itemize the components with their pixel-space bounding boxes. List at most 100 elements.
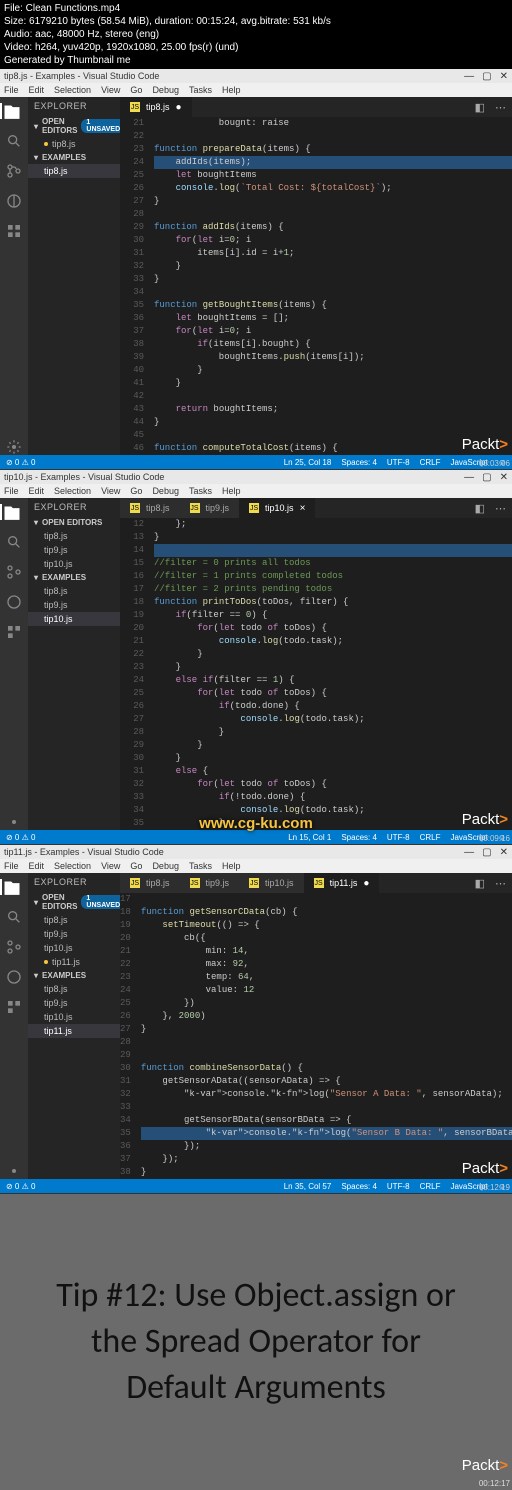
- explorer-icon[interactable]: [0, 103, 22, 119]
- status-ln-col[interactable]: Ln 25, Col 18: [284, 458, 332, 467]
- status-errors[interactable]: ⊘ 0 ⚠ 0: [6, 458, 35, 467]
- status-eol[interactable]: CRLF: [420, 833, 441, 842]
- status-spaces[interactable]: Spaces: 4: [341, 458, 377, 467]
- source-control-icon[interactable]: [6, 163, 22, 179]
- menu-debug[interactable]: Debug: [152, 861, 179, 871]
- close-button[interactable]: ✕: [500, 71, 508, 82]
- sidebar-item[interactable]: tip8.js: [28, 529, 120, 543]
- examples-section[interactable]: ▾ EXAMPLES: [28, 969, 120, 982]
- code-editor[interactable]: 2122232425262728293031323334353637383940…: [120, 117, 512, 455]
- sidebar-item[interactable]: tip8.js: [28, 584, 120, 598]
- sidebar-item[interactable]: tip11.js: [28, 955, 120, 969]
- explorer-icon[interactable]: [0, 504, 22, 520]
- status-spaces[interactable]: Spaces: 4: [341, 1182, 377, 1191]
- menu-view[interactable]: View: [101, 861, 120, 871]
- status-ln-col[interactable]: Ln 15, Col 1: [288, 833, 331, 842]
- split-editor-icon[interactable]: ◧: [475, 502, 485, 515]
- tab-tip10[interactable]: JStip10.js×: [239, 498, 315, 518]
- sidebar-item[interactable]: tip9.js: [28, 996, 120, 1010]
- minimize-button[interactable]: —: [464, 71, 474, 82]
- source-control-icon[interactable]: [6, 939, 22, 955]
- sidebar-item[interactable]: tip10.js: [28, 941, 120, 955]
- extensions-icon[interactable]: [6, 624, 22, 640]
- menu-tasks[interactable]: Tasks: [189, 486, 212, 496]
- more-icon[interactable]: ⋯: [495, 877, 506, 890]
- status-encoding[interactable]: UTF-8: [387, 833, 410, 842]
- menu-edit[interactable]: Edit: [29, 85, 45, 95]
- tab-tip11[interactable]: JStip11.js●: [304, 873, 380, 893]
- tab-tip8[interactable]: JStip8.js: [120, 498, 180, 518]
- extensions-icon[interactable]: [6, 999, 22, 1015]
- debug-icon[interactable]: [6, 193, 22, 209]
- examples-section[interactable]: ▾ EXAMPLES: [28, 151, 120, 164]
- examples-section[interactable]: ▾ EXAMPLES: [28, 571, 120, 584]
- sidebar-item[interactable]: tip10.js: [28, 612, 120, 626]
- split-editor-icon[interactable]: ◧: [475, 877, 485, 890]
- close-button[interactable]: ✕: [500, 847, 508, 858]
- source-control-icon[interactable]: [6, 564, 22, 580]
- search-icon[interactable]: [6, 534, 22, 550]
- sidebar-item-tip8[interactable]: tip8.js: [28, 137, 120, 151]
- menu-file[interactable]: File: [4, 486, 19, 496]
- more-icon[interactable]: ⋯: [495, 101, 506, 114]
- sidebar-item[interactable]: tip10.js: [28, 1010, 120, 1024]
- menu-view[interactable]: View: [101, 486, 120, 496]
- menu-tasks[interactable]: Tasks: [189, 861, 212, 871]
- menu-edit[interactable]: Edit: [29, 486, 45, 496]
- tab-tip10[interactable]: JStip10.js: [239, 873, 304, 893]
- menu-go[interactable]: Go: [130, 85, 142, 95]
- minimize-button[interactable]: —: [464, 847, 474, 858]
- code-editor[interactable]: 1718192021222324252627282930313233343536…: [120, 893, 512, 1179]
- sidebar-item[interactable]: tip8.js: [28, 982, 120, 996]
- sidebar-item[interactable]: tip9.js: [28, 543, 120, 557]
- menu-file[interactable]: File: [4, 861, 19, 871]
- menu-debug[interactable]: Debug: [152, 85, 179, 95]
- status-eol[interactable]: CRLF: [420, 1182, 441, 1191]
- explorer-icon[interactable]: [0, 879, 22, 895]
- menu-tasks[interactable]: Tasks: [189, 85, 212, 95]
- tab-unsaved-icon[interactable]: ●: [176, 102, 182, 113]
- menu-go[interactable]: Go: [130, 486, 142, 496]
- maximize-button[interactable]: ▢: [482, 847, 491, 858]
- maximize-button[interactable]: ▢: [482, 472, 491, 483]
- status-encoding[interactable]: UTF-8: [387, 1182, 410, 1191]
- tab-tip9[interactable]: JStip9.js: [180, 498, 240, 518]
- more-icon[interactable]: ⋯: [495, 502, 506, 515]
- menu-selection[interactable]: Selection: [54, 861, 91, 871]
- close-icon[interactable]: ×: [300, 503, 306, 514]
- debug-icon[interactable]: [6, 594, 22, 610]
- menu-view[interactable]: View: [101, 85, 120, 95]
- menu-help[interactable]: Help: [222, 861, 241, 871]
- gear-icon[interactable]: [6, 439, 22, 455]
- status-spaces[interactable]: Spaces: 4: [341, 833, 377, 842]
- tab-tip8[interactable]: JStip8.js: [120, 873, 180, 893]
- menu-help[interactable]: Help: [222, 85, 241, 95]
- gear-icon[interactable]: [6, 814, 22, 830]
- sidebar-item[interactable]: tip8.js: [28, 913, 120, 927]
- menu-selection[interactable]: Selection: [54, 85, 91, 95]
- open-editors-section[interactable]: ▾ OPEN EDITORS: [28, 516, 120, 529]
- menu-file[interactable]: File: [4, 85, 19, 95]
- status-errors[interactable]: ⊘ 0 ⚠ 0: [6, 833, 35, 842]
- sidebar-item[interactable]: tip11.js: [28, 1024, 120, 1038]
- tab-tip9[interactable]: JStip9.js: [180, 873, 240, 893]
- menu-selection[interactable]: Selection: [54, 486, 91, 496]
- close-button[interactable]: ✕: [500, 472, 508, 483]
- status-ln-col[interactable]: Ln 35, Col 57: [284, 1182, 332, 1191]
- tab-unsaved-icon[interactable]: ●: [363, 878, 369, 889]
- search-icon[interactable]: [6, 909, 22, 925]
- code-editor[interactable]: 1213141516171819202122232425262728293031…: [120, 518, 512, 830]
- menu-edit[interactable]: Edit: [29, 861, 45, 871]
- tab-tip8[interactable]: JStip8.js●: [120, 97, 192, 117]
- debug-icon[interactable]: [6, 969, 22, 985]
- menu-help[interactable]: Help: [222, 486, 241, 496]
- menu-debug[interactable]: Debug: [152, 486, 179, 496]
- sidebar-item[interactable]: tip9.js: [28, 598, 120, 612]
- status-encoding[interactable]: UTF-8: [387, 458, 410, 467]
- status-errors[interactable]: ⊘ 0 ⚠ 0: [6, 1182, 35, 1191]
- status-eol[interactable]: CRLF: [420, 458, 441, 467]
- search-icon[interactable]: [6, 133, 22, 149]
- sidebar-item[interactable]: tip9.js: [28, 927, 120, 941]
- maximize-button[interactable]: ▢: [482, 71, 491, 82]
- minimize-button[interactable]: —: [464, 472, 474, 483]
